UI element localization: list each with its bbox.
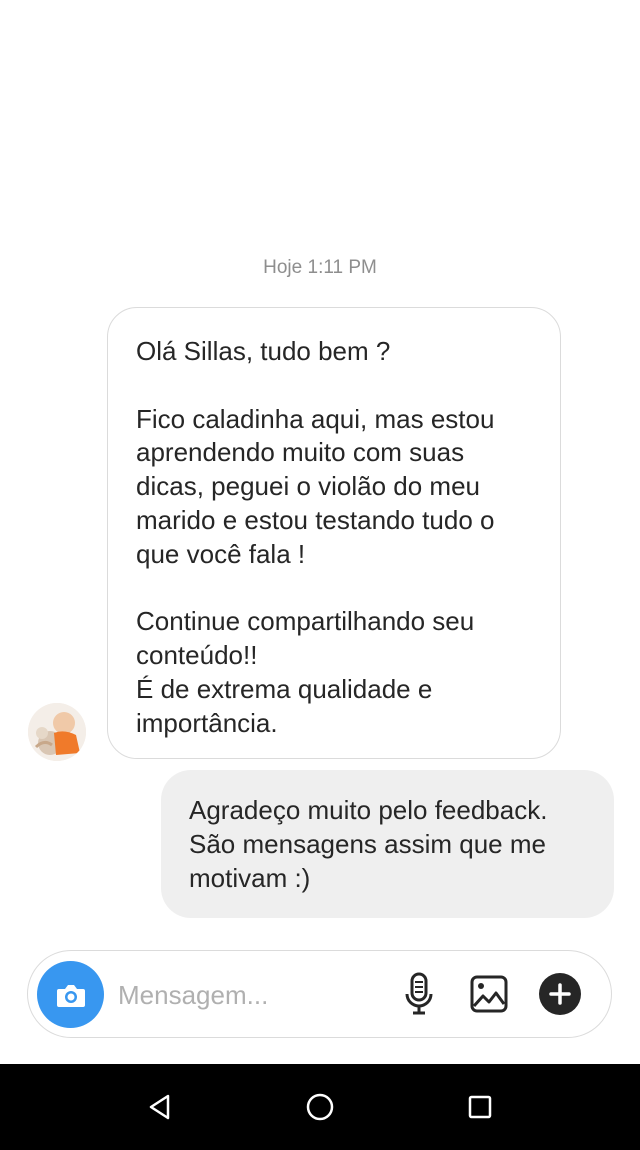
nav-home-button[interactable] — [305, 1092, 335, 1122]
camera-icon — [56, 984, 85, 1007]
microphone-icon — [405, 972, 433, 1015]
incoming-message-bubble[interactable]: Olá Sillas, tudo bem ? Fico caladinha aq… — [107, 307, 561, 759]
recent-apps-icon — [468, 1095, 492, 1119]
nav-back-button[interactable] — [145, 1092, 175, 1122]
message-input[interactable] — [118, 975, 388, 1015]
system-navigation-bar — [0, 1064, 640, 1150]
incoming-message-text: Olá Sillas, tudo bem ? Fico caladinha aq… — [136, 336, 495, 738]
back-icon — [149, 1094, 170, 1120]
microphone-button[interactable] — [398, 971, 440, 1017]
outgoing-message-bubble[interactable]: Agradeço muito pelo feedback. São mensag… — [161, 770, 614, 918]
camera-button[interactable] — [37, 961, 104, 1028]
avatar-photo — [28, 703, 86, 761]
add-button[interactable] — [539, 973, 581, 1015]
plus-icon — [549, 983, 571, 1005]
gallery-icon — [470, 975, 508, 1013]
message-composer — [27, 950, 612, 1038]
nav-recent-apps-button[interactable] — [465, 1092, 495, 1122]
home-icon — [306, 1093, 334, 1121]
avatar[interactable] — [28, 703, 86, 761]
chat-thread: Hoje 1:11 PM Olá Sillas, tudo bem ? Fico… — [0, 0, 640, 1064]
gallery-button[interactable] — [468, 973, 510, 1015]
outgoing-message-text: Agradeço muito pelo feedback. São mensag… — [189, 795, 548, 893]
message-timestamp: Hoje 1:11 PM — [263, 257, 377, 278]
